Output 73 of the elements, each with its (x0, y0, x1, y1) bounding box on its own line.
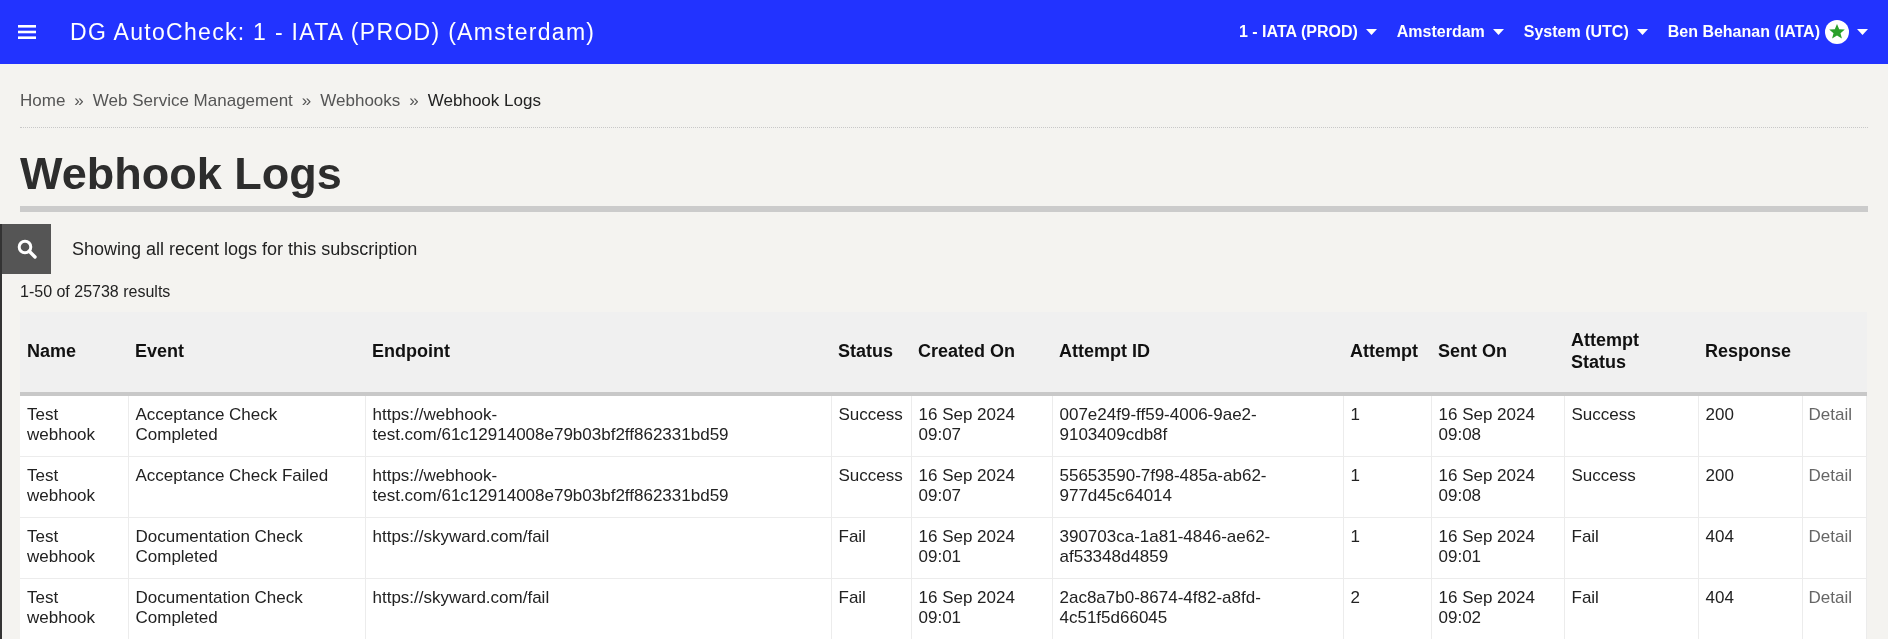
table-cell: Test webhook (27, 466, 96, 505)
table-cell: Success (1571, 405, 1636, 424)
table-cell: 007e24f9-ff59-4006-9ae2-9103409cdb8f (1059, 405, 1257, 444)
table-cell: Test webhook (27, 527, 96, 566)
table-cell: Test webhook (27, 588, 96, 627)
table-cell: Fail (1571, 527, 1599, 546)
breadcrumb-link[interactable]: Webhooks (320, 91, 401, 111)
table-cell: 16 Sep 2024 09:08 (1438, 466, 1535, 505)
table-cell: 1 (1350, 405, 1360, 424)
table-cell: 200 (1705, 466, 1734, 485)
table-cell: 16 Sep 2024 09:07 (918, 466, 1015, 505)
table-cell: 16 Sep 2024 09:07 (918, 405, 1015, 444)
breadcrumb-separator: » (74, 91, 84, 111)
column-header: Sent On (1438, 341, 1507, 362)
header-menu[interactable]: 1 - IATA (PROD) (1238, 23, 1377, 41)
breadcrumb-separator: » (301, 91, 312, 111)
table-cell: 2 (1350, 588, 1360, 607)
column-header: Endpoint (372, 341, 450, 362)
table-cell: https://skyward.com/fail (372, 588, 550, 607)
column-header: Response (1705, 341, 1792, 362)
table-cell: 1 (1350, 527, 1360, 546)
table-cell: Documentation Check Completed (135, 588, 303, 627)
column-header: Status (838, 341, 893, 362)
table-cell: Acceptance Check Failed (135, 466, 329, 485)
table-cell: 16 Sep 2024 09:01 (918, 588, 1015, 627)
table-cell: Fail (1571, 588, 1599, 607)
column-header: Event (135, 341, 185, 362)
table-cell: Success (838, 405, 903, 424)
current-page-label: Webhook Logs (427, 91, 541, 111)
caret-icon (1857, 29, 1868, 35)
table-cell: 1 (1350, 466, 1360, 485)
column-header: Attempt Status (1571, 330, 1639, 372)
header-menu[interactable]: System (UTC) (1523, 23, 1648, 41)
table-cell: 16 Sep 2024 09:01 (1438, 527, 1535, 566)
table-cell: Success (1571, 466, 1636, 485)
breadcrumb-separator: » (409, 91, 419, 111)
table-cell: Documentation Check Completed (135, 527, 303, 566)
page-title: Webhook Logs (20, 128, 1868, 212)
table-cell: Success (838, 466, 903, 485)
table-cell: Fail (838, 588, 866, 607)
search-icon (16, 239, 37, 259)
table-cell: Fail (838, 527, 866, 546)
table-cell: https://webhook-test.com/61c12914008e79b03bf2ff862331bd59 (372, 405, 729, 444)
breadcrumb-link[interactable]: Home (20, 91, 66, 111)
filter-summary: Showing all recent logs for this subscription (72, 238, 418, 260)
table-cell: 404 (1705, 588, 1734, 607)
app-title: DG AutoCheck: 1 - IATA (PROD) (Amsterdam) (70, 18, 596, 46)
header-menu[interactable]: Amsterdam (1396, 23, 1504, 41)
table-cell: 404 (1705, 527, 1734, 546)
breadcrumb-link[interactable]: Web Service Management (92, 91, 293, 111)
column-header: Attempt ID (1059, 341, 1150, 362)
caret-icon (1365, 29, 1377, 35)
star-avatar-icon (1825, 20, 1849, 44)
menu-icon[interactable] (18, 24, 36, 40)
table-cell: Test webhook (27, 405, 96, 444)
table-cell: 390703ca-1a81-4846-ae62-af53348d4859 (1059, 527, 1271, 566)
table-cell: 16 Sep 2024 09:08 (1438, 405, 1535, 444)
table-cell: 55653590-7f98-485a-ab62-977d45c64014 (1059, 466, 1267, 505)
column-header: Attempt (1350, 341, 1418, 362)
column-header: Created On (918, 341, 1016, 362)
table-cell: 200 (1705, 405, 1734, 424)
caret-icon (1492, 29, 1504, 35)
results-count: 1-50 of 25738 results (20, 283, 172, 301)
table-cell: https://webhook-test.com/61c12914008e79b03bf2ff862331bd59 (372, 466, 729, 505)
header-menu[interactable]: Ben Behanan (IATA) (1667, 20, 1868, 44)
search-button[interactable] (2, 224, 51, 274)
table-cell: Acceptance Check Completed (135, 405, 278, 444)
table-cell: 16 Sep 2024 09:01 (918, 527, 1015, 566)
caret-icon (1636, 29, 1648, 35)
table-cell: 16 Sep 2024 09:02 (1438, 588, 1535, 627)
table-cell: https://skyward.com/fail (372, 527, 550, 546)
table-cell: 2ac8a7b0-8674-4f82-a8fd-4c51f5d66045 (1059, 588, 1261, 627)
column-header: Name (27, 341, 77, 362)
